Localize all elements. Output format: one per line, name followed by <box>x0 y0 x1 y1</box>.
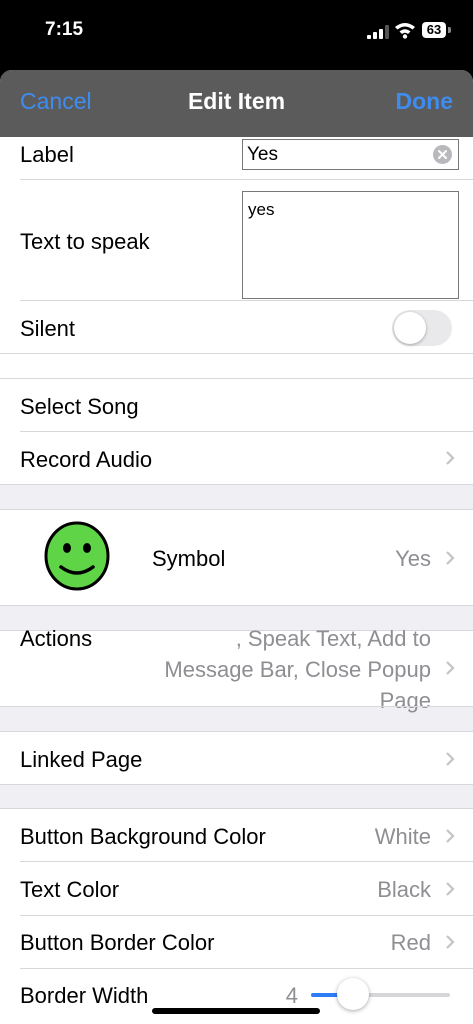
divider <box>20 431 473 432</box>
actions-value-line1: , Speak Text, Add to <box>235 626 431 651</box>
slider-thumb[interactable] <box>337 978 369 1010</box>
chevron-right-icon[interactable] <box>445 881 455 897</box>
border-color-title[interactable]: Button Border Color <box>20 930 214 956</box>
divider <box>20 179 473 180</box>
silent-title: Silent <box>20 316 76 341</box>
text-to-speak-input[interactable]: yes <box>243 192 453 296</box>
actions-value-line2: Message Bar, Close Popup <box>164 657 431 682</box>
background-color-title[interactable]: Button Background Color <box>20 824 266 850</box>
label-row-title: Label <box>20 142 74 167</box>
battery-icon: 63 <box>421 22 451 38</box>
text-color-value: Black <box>377 877 431 902</box>
text-to-speak-title: Text to speak <box>20 229 150 254</box>
cellular-signal-icon <box>367 25 389 39</box>
toggle-knob <box>394 312 426 344</box>
label-field[interactable] <box>242 139 459 170</box>
symbol-title: Symbol <box>152 546 226 571</box>
home-indicator <box>152 1008 320 1014</box>
chevron-right-icon[interactable] <box>445 751 455 767</box>
border-width-value: 4 <box>285 983 298 1008</box>
status-bar: 7:15 63 <box>0 0 473 68</box>
nav-bar: Cancel Edit Item Done <box>0 70 473 137</box>
x-mark-icon <box>438 150 447 159</box>
divider <box>20 968 473 969</box>
record-audio-row[interactable]: Record Audio <box>20 447 152 473</box>
clear-text-icon[interactable] <box>433 145 452 164</box>
text-to-speak-field[interactable]: yes <box>242 191 459 299</box>
border-width-slider[interactable] <box>311 978 450 1010</box>
divider <box>0 484 473 485</box>
divider <box>0 353 473 354</box>
divider <box>20 861 473 862</box>
actions-value-line3: Page <box>379 688 431 713</box>
divider <box>0 605 473 606</box>
status-time: 7:15 <box>45 19 84 40</box>
select-song-row[interactable]: Select Song <box>20 394 139 420</box>
border-width-title: Border Width <box>20 983 149 1008</box>
divider <box>0 784 473 785</box>
symbol-value: Yes <box>395 546 431 571</box>
chevron-right-icon[interactable] <box>445 828 455 844</box>
chevron-right-icon[interactable] <box>445 450 455 466</box>
silent-toggle[interactable] <box>392 310 452 346</box>
done-button[interactable]: Done <box>396 88 454 115</box>
label-input[interactable] <box>243 140 427 169</box>
linked-page-title: Linked Page <box>20 747 143 772</box>
background-color-value: White <box>374 824 431 849</box>
chevron-right-icon[interactable] <box>445 660 455 676</box>
battery-nub <box>448 27 451 33</box>
divider <box>20 300 473 301</box>
chevron-right-icon[interactable] <box>445 934 455 950</box>
text-color-title[interactable]: Text Color <box>20 877 119 903</box>
battery-level: 63 <box>422 22 446 38</box>
smiley-face-icon <box>44 521 110 591</box>
edit-item-sheet: Cancel Edit Item Done Label Text to spea… <box>0 70 473 1024</box>
divider <box>20 915 473 916</box>
divider <box>0 706 473 707</box>
wifi-icon <box>395 23 415 39</box>
border-color-value: Red <box>390 930 431 955</box>
actions-title: Actions <box>20 626 93 651</box>
chevron-right-icon[interactable] <box>445 550 455 566</box>
